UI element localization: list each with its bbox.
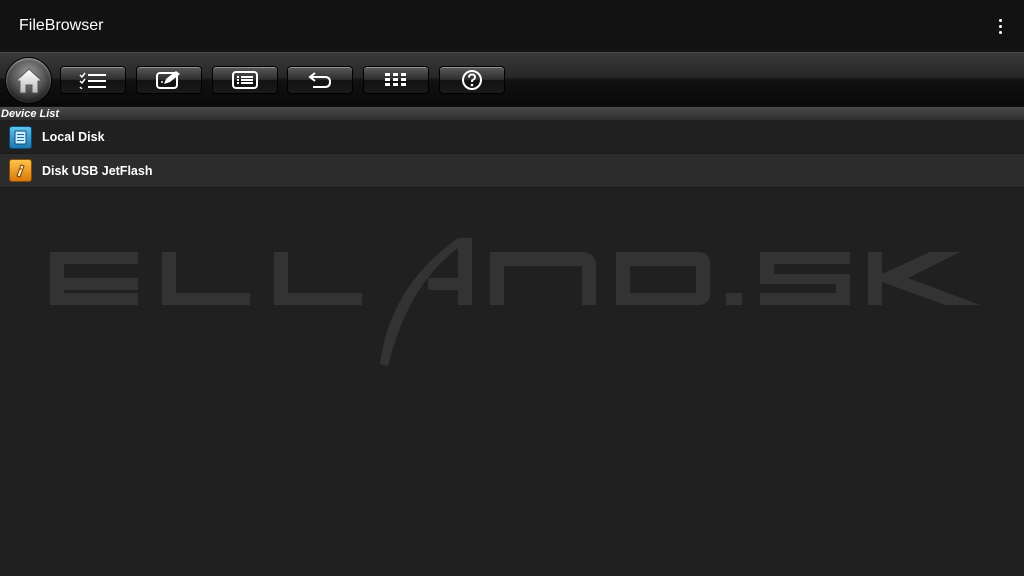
home-icon: [14, 67, 43, 93]
device-label: Local Disk: [42, 130, 105, 144]
device-list: Local Disk Disk USB JetFlash: [0, 121, 1024, 188]
list-icon: [232, 71, 258, 89]
section-header: Device List: [0, 106, 1024, 120]
edit-icon: [156, 71, 180, 89]
question-icon: [462, 70, 482, 90]
toolbar: [0, 52, 1024, 107]
app-bar: FileBrowser: [0, 0, 1024, 52]
list-view-button[interactable]: [212, 66, 278, 94]
device-label: Disk USB JetFlash: [42, 163, 153, 178]
app-title: FileBrowser: [19, 17, 104, 34]
home-button[interactable]: [5, 57, 52, 104]
grid-view-button[interactable]: [363, 66, 429, 94]
overflow-menu-button[interactable]: [984, 0, 1016, 52]
help-button[interactable]: [439, 66, 505, 94]
watermark-logo: [50, 238, 980, 366]
grid-icon: [385, 73, 406, 86]
list-item[interactable]: Local Disk: [0, 121, 1024, 154]
local-disk-icon: [9, 125, 32, 149]
multi-select-button[interactable]: [60, 66, 126, 94]
more-vert-icon: [998, 17, 1002, 35]
list-item[interactable]: Disk USB JetFlash: [0, 154, 1024, 188]
back-button[interactable]: [287, 66, 353, 94]
undo-arrow-icon: [308, 72, 332, 88]
usb-disk-icon: [9, 159, 32, 182]
edit-button[interactable]: [136, 66, 202, 94]
checklist-icon: [79, 72, 106, 89]
